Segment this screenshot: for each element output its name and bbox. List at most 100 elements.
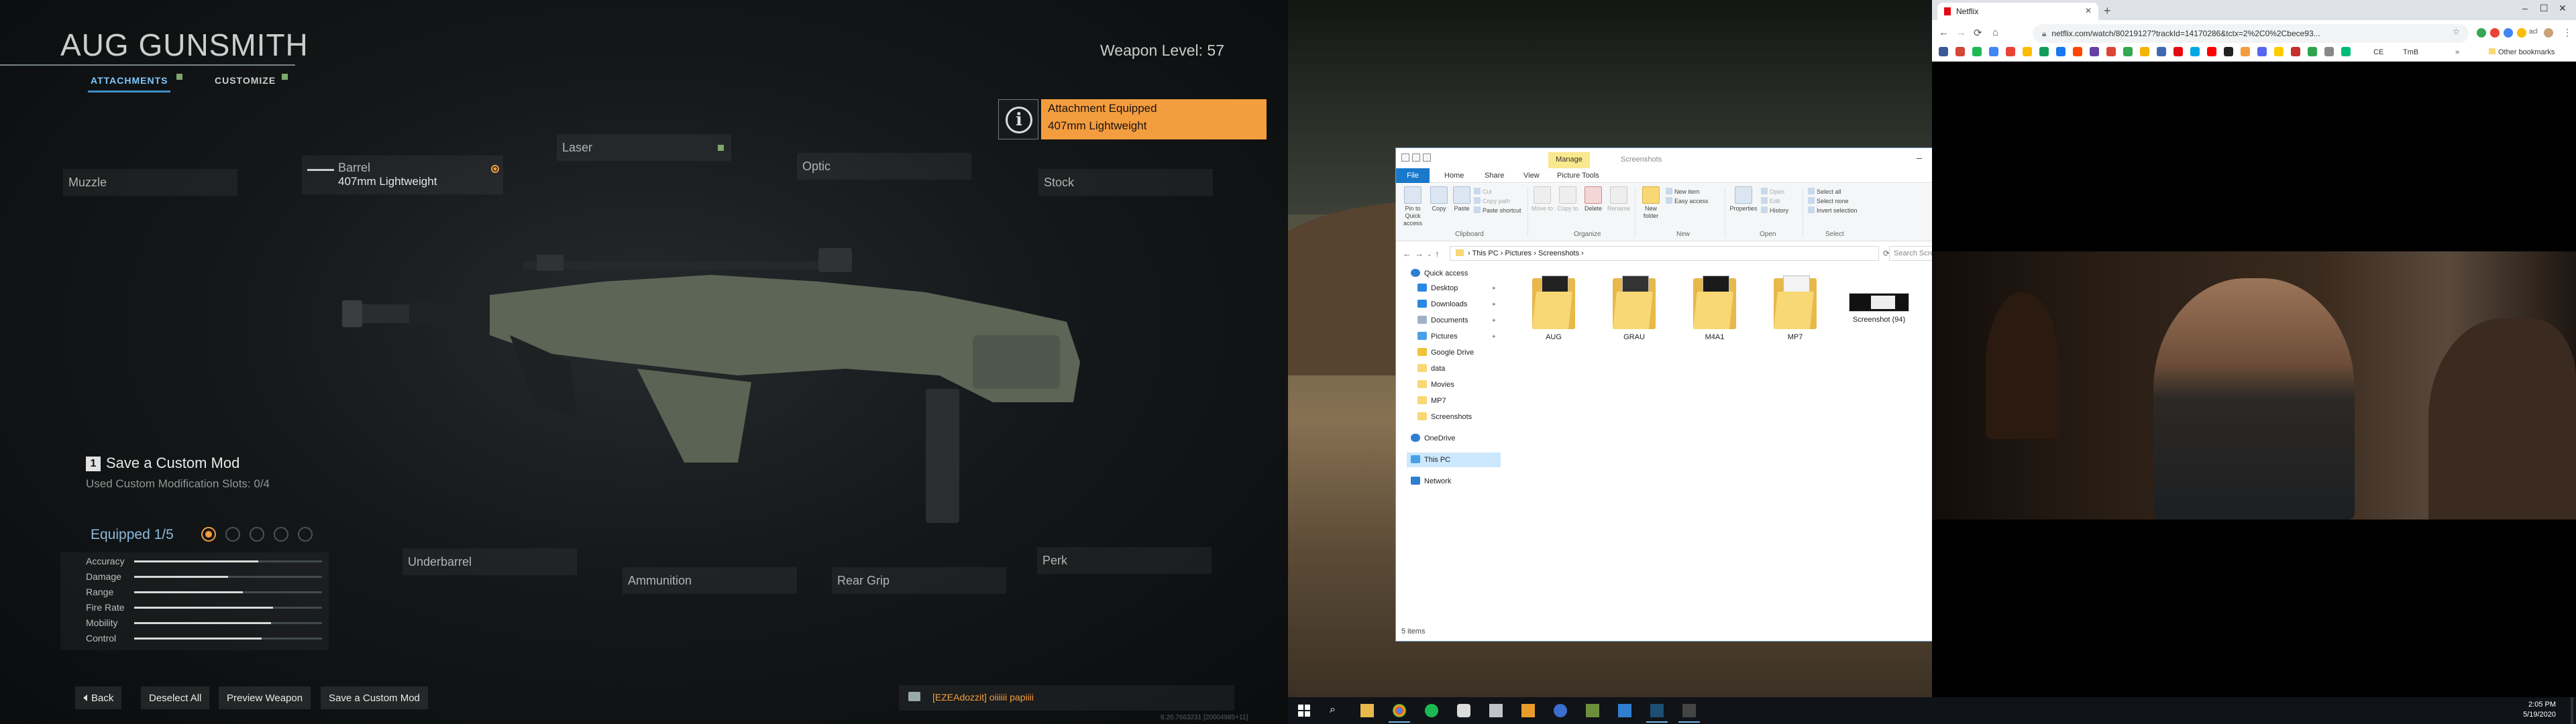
- back-icon[interactable]: ←: [1403, 249, 1411, 259]
- deselect-all-button[interactable]: Deselect All: [141, 686, 210, 709]
- forward-icon[interactable]: →: [1956, 27, 1966, 38]
- paste-button[interactable]: Paste: [1451, 186, 1472, 213]
- bookmark-favicon-icon[interactable]: [2291, 47, 2300, 56]
- manage-contextual-tab[interactable]: Manage: [1548, 152, 1590, 168]
- bookmark-favicon-icon[interactable]: [2341, 47, 2351, 56]
- slot-laser[interactable]: Laser: [557, 134, 731, 161]
- bookmark-favicon-icon[interactable]: [1989, 47, 1998, 56]
- new-tab-icon[interactable]: +: [2104, 4, 2111, 18]
- bookmark-favicon-icon[interactable]: [1939, 47, 1948, 56]
- app-icon[interactable]: [1554, 704, 1567, 717]
- extension-label[interactable]: acl: [2529, 28, 2538, 36]
- rename-button[interactable]: Rename: [1607, 186, 1631, 213]
- bookmark-favicon-icon[interactable]: [1955, 47, 1965, 56]
- pin-quick-access-button[interactable]: Pin to Quick access: [1399, 186, 1427, 227]
- nav-documents[interactable]: Documents: [1413, 313, 1472, 328]
- nav-mp7[interactable]: MP7: [1413, 394, 1450, 408]
- breadcrumb-pictures[interactable]: Pictures: [1505, 249, 1532, 257]
- edit-button[interactable]: Edit: [1761, 197, 1780, 204]
- minimize-icon[interactable]: –: [1906, 152, 1933, 166]
- nav-downloads[interactable]: Downloads: [1413, 297, 1471, 312]
- tab-netflix[interactable]: Netflix ✕: [1937, 3, 2098, 20]
- forward-icon[interactable]: →: [1415, 249, 1424, 259]
- maximize-icon[interactable]: ☐: [2540, 3, 2548, 14]
- bookmark-favicon-icon[interactable]: [2090, 47, 2099, 56]
- bookmark-favicon-icon[interactable]: [2106, 47, 2116, 56]
- file-explorer-icon[interactable]: [1360, 704, 1374, 717]
- slot-underbarrel[interactable]: Underbarrel: [402, 548, 577, 575]
- extension-icon[interactable]: [2517, 28, 2526, 38]
- bookmark-favicon-icon[interactable]: [2006, 47, 2015, 56]
- tab-share[interactable]: Share: [1478, 168, 1511, 183]
- cut-button[interactable]: Cut: [1474, 188, 1492, 195]
- bookmark-favicon-icon[interactable]: [2274, 47, 2284, 56]
- tab-file[interactable]: File: [1396, 168, 1430, 183]
- nav-network[interactable]: Network: [1407, 474, 1455, 489]
- copy-button[interactable]: Copy: [1428, 186, 1450, 213]
- bookmark-favicon-icon[interactable]: [2324, 47, 2334, 56]
- reload-icon[interactable]: ⟳: [1974, 27, 1982, 39]
- spotify-icon[interactable]: [1425, 704, 1438, 717]
- vscode-icon[interactable]: [1618, 704, 1631, 717]
- start-icon[interactable]: [1297, 704, 1311, 717]
- folder-item[interactable]: AUG: [1523, 276, 1584, 341]
- open-button[interactable]: Open: [1761, 188, 1784, 195]
- bookmark-tmb[interactable]: TmB: [2403, 48, 2418, 56]
- bookmark-favicon-icon[interactable]: [2039, 47, 2049, 56]
- close-tab-icon[interactable]: ✕: [2085, 6, 2092, 15]
- menu-icon[interactable]: ⋮: [2563, 27, 2572, 38]
- nav-this-pc[interactable]: This PC: [1407, 452, 1501, 467]
- back-icon[interactable]: ←: [1939, 27, 1949, 38]
- slot-stock[interactable]: Stock: [1038, 169, 1213, 196]
- modern-warfare-icon[interactable]: [1678, 704, 1700, 723]
- app-icon[interactable]: [1521, 704, 1535, 717]
- bookmark-favicon-icon[interactable]: [2174, 47, 2183, 56]
- preview-weapon-button[interactable]: Preview Weapon: [219, 686, 311, 709]
- calculator-icon[interactable]: [1489, 704, 1503, 717]
- recent-chevron-icon[interactable]: ⌄: [1427, 251, 1432, 258]
- home-icon[interactable]: ⌂: [1992, 27, 1998, 38]
- address-path[interactable]: › This PC › Pictures › Screenshots ›: [1450, 246, 1879, 261]
- bookmark-favicon-icon[interactable]: [2190, 47, 2200, 56]
- new-item-button[interactable]: New item: [1666, 188, 1700, 195]
- delete-button[interactable]: Delete: [1581, 186, 1605, 213]
- folder-item[interactable]: M4A1: [1684, 276, 1745, 341]
- video-player[interactable]: [1932, 251, 2576, 520]
- profile-avatar[interactable]: [2544, 28, 2553, 38]
- select-all-button[interactable]: Select all: [1808, 188, 1841, 195]
- search-icon[interactable]: ⌕: [1330, 704, 1343, 717]
- bookmark-favicon-icon[interactable]: [2157, 47, 2166, 56]
- save-custom-mod-button[interactable]: Save a Custom Mod: [321, 686, 428, 709]
- slot-perk[interactable]: Perk: [1037, 547, 1212, 574]
- bookmark-favicon-icon[interactable]: [2123, 47, 2133, 56]
- slot-barrel[interactable]: Barrel 407mm Lightweight: [302, 156, 503, 194]
- new-folder-button[interactable]: New folder: [1639, 186, 1663, 220]
- breadcrumb-screenshots[interactable]: Screenshots: [1538, 249, 1579, 257]
- folder-item[interactable]: MP7: [1765, 276, 1825, 341]
- other-bookmarks[interactable]: Other bookmarks: [2489, 48, 2555, 56]
- slot-optic[interactable]: Optic: [797, 153, 971, 180]
- image-file-item[interactable]: Screenshot (94): [1845, 276, 1913, 324]
- breadcrumb-this-pc[interactable]: This PC: [1472, 249, 1499, 257]
- bookmark-favicon-icon[interactable]: [2073, 47, 2082, 56]
- history-button[interactable]: History: [1761, 206, 1788, 214]
- minimize-icon[interactable]: –: [2522, 3, 2528, 13]
- clock[interactable]: 2:05 PM 5/19/2020: [2516, 700, 2556, 720]
- bookmark-favicon-icon[interactable]: [2308, 47, 2317, 56]
- tab-picture-tools[interactable]: Picture Tools: [1550, 168, 1606, 183]
- select-none-button[interactable]: Select none: [1808, 197, 1849, 204]
- back-button[interactable]: Back: [75, 686, 122, 709]
- nav-pictures[interactable]: Pictures: [1413, 329, 1462, 344]
- slot-rear-grip[interactable]: Rear Grip: [832, 567, 1006, 594]
- chrome-icon[interactable]: [1389, 704, 1410, 723]
- nav-movies[interactable]: Movies: [1413, 377, 1458, 392]
- extension-icon[interactable]: [2477, 28, 2486, 38]
- up-icon[interactable]: ↑: [1435, 249, 1440, 259]
- bookmark-favicon-icon[interactable]: [1972, 47, 1982, 56]
- easy-access-button[interactable]: Easy access: [1666, 197, 1709, 204]
- nav-screenshots[interactable]: Screenshots: [1413, 410, 1476, 424]
- bookmark-favicon-icon[interactable]: [2241, 47, 2250, 56]
- tab-view[interactable]: View: [1517, 168, 1546, 183]
- tab-attachments[interactable]: ATTACHMENTS: [87, 75, 171, 93]
- nav-onedrive[interactable]: OneDrive: [1407, 431, 1459, 446]
